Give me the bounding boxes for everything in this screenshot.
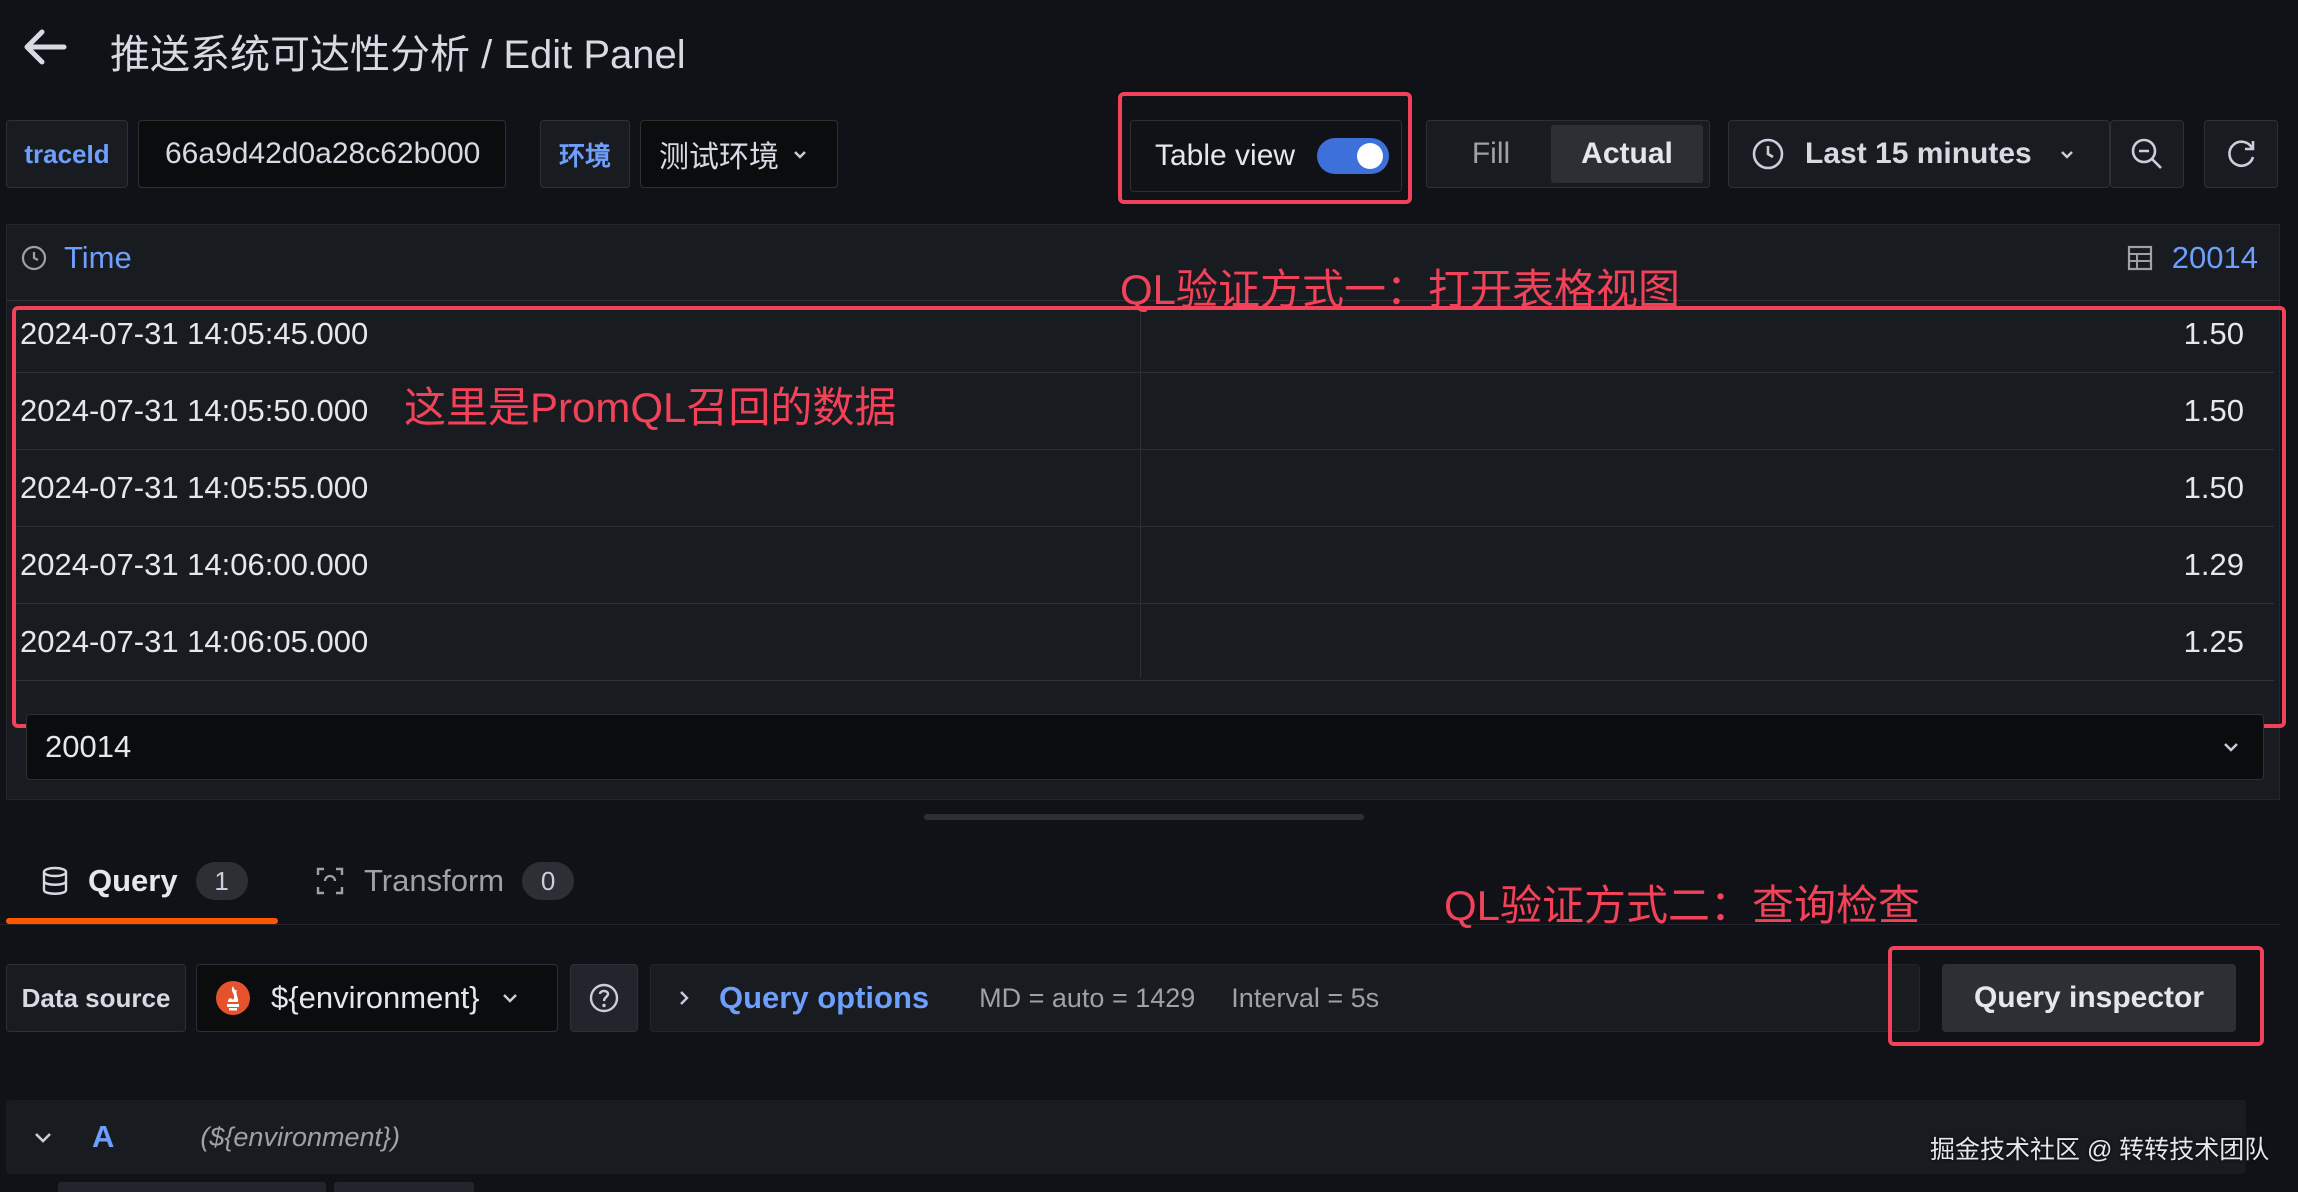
series-select-value: 20014 (45, 729, 132, 764)
env-select-value: 测试环境 (659, 141, 779, 174)
annotation-box-query-inspector (1888, 946, 2264, 1046)
env-variable-label: 环境 (540, 120, 630, 188)
value-column-label: 20014 (2171, 240, 2258, 275)
query-options-interval: Interval = 5s (1231, 982, 1380, 1013)
zoom-out-icon (2129, 136, 2165, 172)
time-range-picker[interactable]: Last 15 minutes (1728, 120, 2110, 188)
datasource-picker[interactable]: ${environment} (196, 964, 558, 1032)
tab-transform[interactable]: Transform 0 (314, 862, 575, 900)
datasource-value: ${environment} (271, 980, 480, 1015)
traceid-variable-label: traceId (6, 120, 128, 188)
clock-icon (1751, 137, 1785, 171)
query-options-label: Query options (719, 980, 930, 1015)
clock-icon (20, 244, 48, 272)
table-grid-icon (2126, 244, 2154, 272)
annotation-promql-data: 这里是PromQL召回的数据 (404, 384, 897, 431)
chevron-down-icon (2221, 737, 2241, 757)
zoom-out-button[interactable] (2110, 120, 2184, 188)
annotation-box-table-data (12, 306, 2286, 728)
watermark: 掘金技术社区 @ 转转技术团队 (1930, 1136, 2270, 1164)
prometheus-icon (215, 980, 251, 1016)
question-circle-icon (588, 982, 620, 1014)
tab-query[interactable]: Query 1 (40, 862, 248, 900)
query-options-md: MD = auto = 1429 (979, 982, 1196, 1013)
page-title: 推送系统可达性分析 / Edit Panel (110, 33, 686, 77)
datasource-help-button[interactable] (570, 964, 638, 1032)
chevron-down-icon (2058, 145, 2076, 163)
chevron-down-icon (791, 145, 809, 163)
tab-query-label: Query (88, 863, 178, 898)
traceid-input[interactable]: 66a9d42d0a28c62b000 (138, 120, 506, 188)
query-editor-field[interactable] (58, 1182, 326, 1192)
transform-icon (314, 865, 346, 897)
query-options-bar[interactable]: Query options MD = auto = 1429 Interval … (650, 964, 1920, 1032)
time-column-header[interactable]: Time (20, 240, 132, 276)
query-row-letter: A (92, 1119, 115, 1154)
fill-button[interactable]: Fill (1431, 125, 1551, 183)
query-row-source: (${environment}) (200, 1121, 401, 1152)
query-editor-button[interactable] (334, 1182, 474, 1192)
panel-resize-handle[interactable] (924, 814, 1364, 820)
tab-query-count: 1 (195, 862, 248, 900)
time-column-label: Time (64, 240, 132, 275)
tab-transform-count: 0 (522, 862, 575, 900)
annotation-method-one: QL验证方式一：打开表格视图 (1120, 266, 1681, 313)
chevron-down-icon[interactable] (32, 1126, 54, 1148)
query-row-a[interactable]: A (${environment}) (6, 1100, 2246, 1174)
tabs-divider (0, 924, 2280, 925)
fill-actual-group: Fill Actual (1426, 120, 1710, 188)
chevron-right-icon (675, 989, 693, 1007)
datasource-label: Data source (6, 964, 186, 1032)
actual-button[interactable]: Actual (1551, 125, 1703, 183)
tab-transform-label: Transform (364, 863, 505, 898)
refresh-button[interactable] (2204, 120, 2278, 188)
annotation-method-two: QL验证方式二：查询检查 (1444, 882, 1921, 929)
series-select[interactable]: 20014 (26, 714, 2264, 780)
database-icon (40, 865, 70, 897)
chevron-down-icon (500, 988, 520, 1008)
annotation-box-table-view (1118, 92, 1412, 204)
env-select[interactable]: 测试环境 (640, 120, 838, 188)
refresh-icon (2223, 136, 2259, 172)
back-arrow-icon[interactable] (20, 22, 70, 72)
time-range-label: Last 15 minutes (1805, 137, 2032, 170)
value-column-header[interactable]: 20014 (2126, 240, 2258, 276)
